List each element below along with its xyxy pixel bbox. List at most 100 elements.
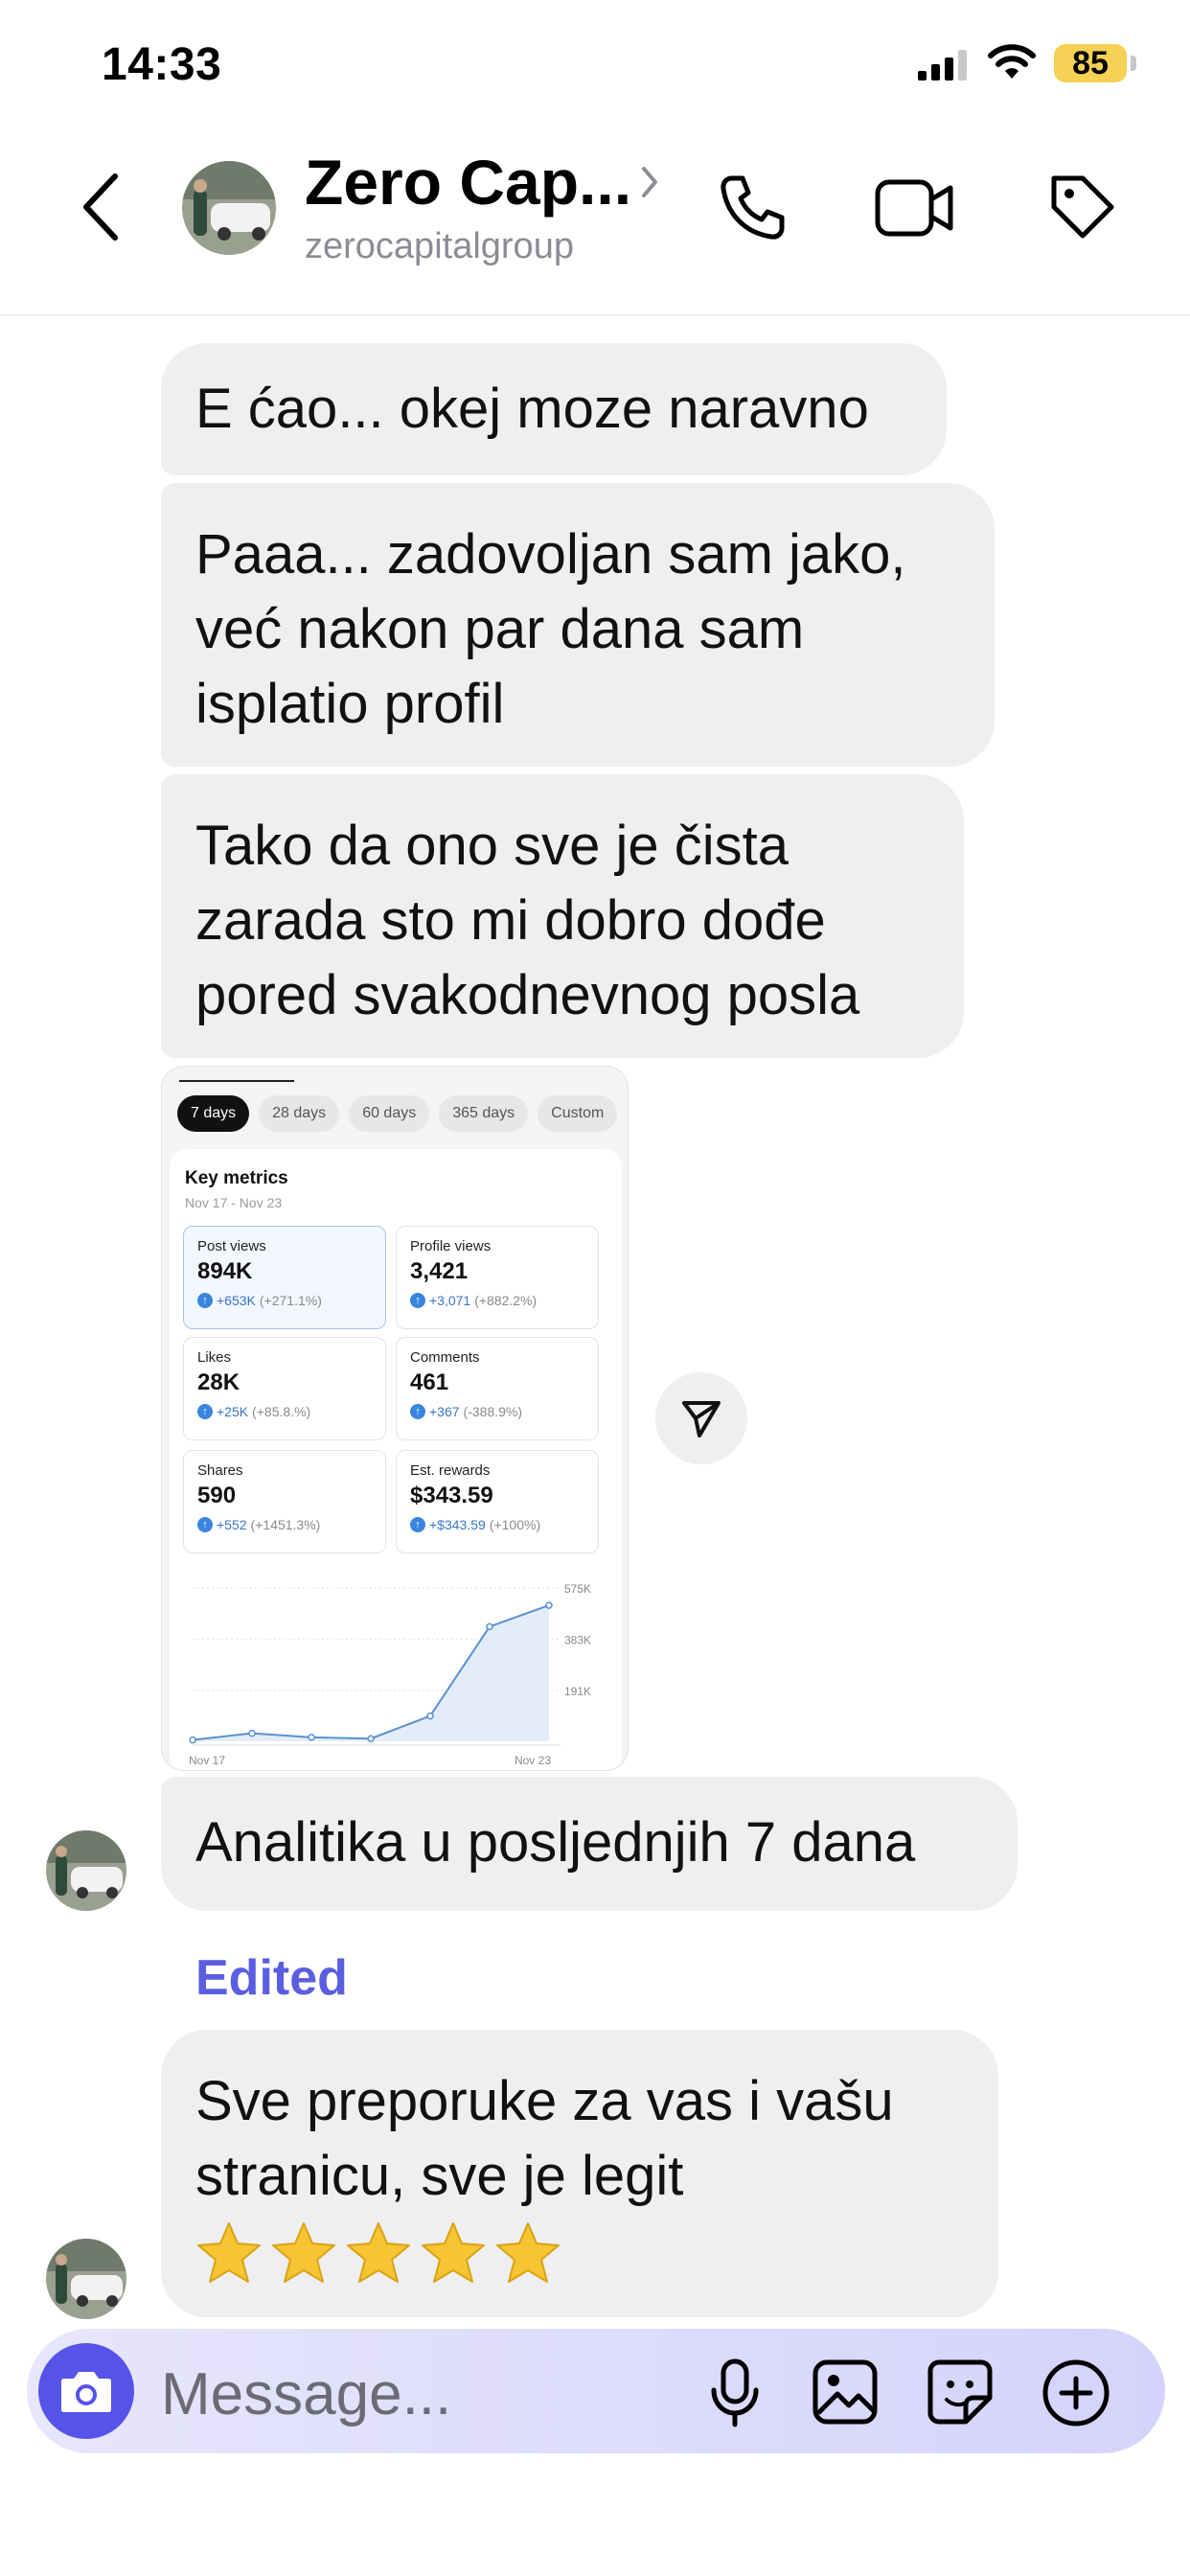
metric-delta: ↑ +25K (+85.8.%)	[197, 1404, 372, 1419]
message-bubble[interactable]: Paaa... zadovoljan sam jako, već nakon p…	[161, 483, 995, 767]
contact-name[interactable]: Zero Cap...	[305, 146, 631, 218]
tab-underline	[179, 1080, 294, 1082]
chip: Custom	[538, 1095, 618, 1132]
chip: 7 days	[177, 1095, 250, 1132]
tag-icon[interactable]	[1046, 171, 1117, 242]
views-line-chart: 575K 383K 191K Nov 17 Nov 23	[189, 1582, 591, 1767]
chevron-right-icon[interactable]	[638, 163, 661, 201]
message-bubble[interactable]: Tako da ono sve je čista zarada sto mi d…	[161, 774, 964, 1058]
star-icon	[496, 2222, 560, 2283]
camera-button[interactable]	[38, 2343, 134, 2439]
message-bubble[interactable]: Sve preporuke za vas i vašu stranicu, sv…	[161, 2030, 998, 2317]
metric-card: Profile views 3,421 ↑ +3,071 (+882.2%)	[396, 1226, 599, 1329]
data-point	[486, 1622, 493, 1631]
y-tick-label: 191K	[564, 1685, 591, 1698]
wifi-icon	[988, 44, 1036, 79]
edited-label: Edited	[195, 1950, 348, 2006]
message-bubble[interactable]: Analitika u posljednjih 7 dana	[161, 1777, 1018, 1911]
metric-label: Post views	[197, 1238, 266, 1254]
metric-delta: ↑ +3,071 (+882.2%)	[410, 1293, 584, 1308]
sender-avatar[interactable]	[46, 1830, 126, 1911]
metric-card: Comments 461 ↑ +367 (-388.9%)	[396, 1337, 599, 1440]
message-input[interactable]	[161, 2356, 659, 2432]
star-icon	[197, 2222, 261, 2283]
x-tick-label: Nov 23	[515, 1754, 551, 1767]
contact-handle[interactable]: zerocapitalgroup	[305, 226, 574, 267]
send-icon	[682, 1401, 721, 1438]
message-text: E ćao... okej moze naravno	[195, 378, 869, 440]
metric-value: 28K	[197, 1369, 240, 1395]
metric-value: 3,421	[410, 1258, 469, 1284]
data-point	[367, 1735, 375, 1742]
microphone-icon[interactable]	[709, 2358, 761, 2428]
gallery-icon[interactable]	[811, 2358, 880, 2426]
data-point	[426, 1712, 434, 1720]
arrow-up-icon: ↑	[410, 1293, 425, 1308]
metric-delta: ↑ +$343.59 (+100%)	[410, 1517, 584, 1532]
metric-delta-pct: (+882.2%)	[474, 1293, 538, 1308]
metric-value: 590	[197, 1483, 237, 1508]
message-line: već nakon par dana sam	[195, 598, 805, 660]
metric-card: Shares 590 ↑ +552 (+1451.3%)	[183, 1450, 386, 1553]
chip: 365 days	[439, 1095, 529, 1132]
metric-value: $343.59	[410, 1483, 493, 1508]
data-point	[545, 1601, 553, 1609]
metric-card: Post views 894K ↑ +653K (+271.1%)	[183, 1226, 386, 1329]
metric-delta: ↑ +552 (+1451.3%)	[197, 1517, 372, 1532]
chip: 28 days	[259, 1095, 340, 1132]
sticker-icon[interactable]	[926, 2358, 995, 2426]
key-metrics-title: Key metrics	[185, 1168, 288, 1188]
back-icon[interactable]	[77, 171, 125, 243]
data-point	[189, 1736, 196, 1744]
metric-delta-pct: (+85.8.%)	[252, 1404, 311, 1419]
contact-avatar[interactable]	[182, 161, 276, 255]
video-icon[interactable]	[874, 172, 954, 243]
x-tick-label: Nov 17	[189, 1754, 225, 1767]
chip: 60 days	[349, 1095, 430, 1132]
metric-label: Comments	[410, 1349, 480, 1366]
metric-value: 461	[410, 1369, 449, 1395]
metric-delta-value: +367	[429, 1404, 460, 1419]
share-button[interactable]	[655, 1372, 747, 1464]
metric-delta-pct: (+271.1%)	[259, 1293, 322, 1308]
message-line: Sve preporuke za vas i vašu	[195, 2070, 894, 2132]
arrow-up-icon: ↑	[197, 1404, 213, 1419]
y-tick-label: 575K	[564, 1582, 591, 1596]
metric-delta-value: +3,071	[429, 1293, 471, 1308]
camera-icon	[61, 2372, 111, 2412]
status-time: 14:33	[102, 39, 222, 90]
metric-delta-pct: (-388.9%)	[463, 1404, 523, 1419]
shared-image-message[interactable]: 7 days 28 days 60 days 365 days Custom K…	[161, 1066, 629, 1771]
metric-card: Est. rewards $343.59 ↑ +$343.59 (+100%)	[396, 1450, 599, 1553]
arrow-up-icon: ↑	[197, 1293, 213, 1308]
key-metrics-range: Nov 17 - Nov 23	[185, 1195, 283, 1210]
message-line: zarada sto mi dobro dođe	[195, 889, 826, 952]
message-bubble[interactable]: E ćao... okej moze naravno	[161, 343, 947, 475]
metric-delta-value: +25K	[217, 1404, 249, 1419]
date-range-chips: 7 days 28 days 60 days 365 days Custom	[177, 1095, 618, 1132]
arrow-up-icon: ↑	[410, 1517, 425, 1532]
star-icon	[422, 2222, 485, 2283]
metric-delta: ↑ +367 (-388.9%)	[410, 1404, 584, 1419]
message-line: pored svakodnevnog posla	[195, 964, 860, 1026]
data-point	[248, 1729, 256, 1737]
arrow-up-icon: ↑	[197, 1517, 213, 1532]
battery-nub	[1131, 56, 1136, 71]
star-icon	[272, 2222, 335, 2283]
metric-delta-value: +653K	[217, 1293, 256, 1308]
metric-label: Shares	[197, 1462, 243, 1479]
message-line: isplatio profil	[195, 673, 505, 735]
signal-icon	[918, 50, 967, 80]
message-text: Analitika u posljednjih 7 dana	[195, 1811, 916, 1874]
metric-delta-pct: (+1451.3%)	[250, 1517, 321, 1532]
metric-value: 894K	[197, 1258, 253, 1284]
header-divider	[0, 314, 1190, 316]
phone-icon[interactable]	[717, 172, 788, 243]
metric-label: Likes	[197, 1349, 232, 1366]
metric-delta-value: +$343.59	[429, 1517, 486, 1532]
add-icon[interactable]	[1041, 2358, 1111, 2428]
metric-label: Profile views	[410, 1238, 492, 1254]
arrow-up-icon: ↑	[410, 1404, 425, 1419]
sender-avatar[interactable]	[46, 2239, 126, 2319]
y-tick-label: 383K	[564, 1633, 591, 1646]
